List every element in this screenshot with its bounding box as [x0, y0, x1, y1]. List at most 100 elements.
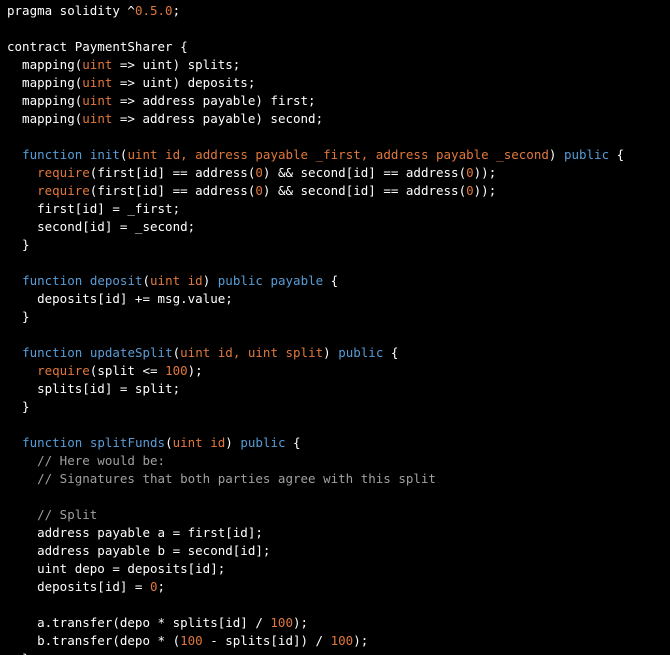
code-line: require(split <= 100);	[7, 362, 670, 380]
code-line: // Here would be:	[7, 452, 670, 470]
code-token-plain: {	[383, 345, 399, 360]
code-token-plain: }	[7, 399, 30, 414]
code-token-type: uint	[82, 57, 113, 72]
code-line: pragma solidity ^0.5.0;	[7, 2, 670, 20]
code-token-comment: // Signatures that both parties agree wi…	[7, 471, 436, 486]
code-line: require(first[id] == address( 0) && secon…	[7, 182, 670, 200]
code-token-function: deposit	[89, 273, 143, 288]
code-token-plain: }	[7, 309, 30, 324]
code-token-plain: );	[353, 633, 369, 648]
code-token-builtin: require	[37, 183, 90, 198]
code-token-plain: (	[165, 435, 173, 450]
code-line: first[id] = _first;	[7, 200, 670, 218]
code-token-number: 0.5.0	[134, 3, 173, 18]
code-token-plain: );	[187, 363, 203, 378]
code-token-keyword: public	[338, 345, 384, 360]
code-token-plain: )	[548, 147, 564, 162]
code-token-plain: ));	[473, 183, 497, 198]
code-line: deposits[id] = 0;	[7, 578, 670, 596]
code-token-plain: => uint) deposits;	[112, 75, 256, 90]
code-token-keyword: function	[22, 273, 83, 288]
code-token-plain: => address payable) first;	[112, 93, 316, 108]
code-token-plain: )	[323, 345, 339, 360]
code-token-plain: => address payable) second;	[112, 111, 324, 126]
code-line: splits[id] = split;	[7, 380, 670, 398]
code-token-keyword: public	[240, 435, 286, 450]
code-line: function init(uint id, address payable _…	[7, 146, 670, 164]
code-token-plain: mapping(	[7, 93, 83, 108]
code-token-plain: (first[id] == address(	[89, 183, 256, 198]
code-token-param: uint id, address payable _first, address…	[127, 147, 549, 162]
code-token-plain: (first[id] == address(	[89, 165, 256, 180]
code-token-number: 0	[150, 579, 158, 594]
code-token-number: 100	[330, 633, 354, 648]
code-token-plain: {	[323, 273, 339, 288]
code-token-type: uint	[82, 111, 113, 126]
code-token-plain: address payable b = second[id];	[7, 543, 271, 558]
code-token-plain: }	[7, 237, 30, 252]
code-token-plain: mapping(	[7, 75, 83, 90]
code-token-plain: pragma solidity ^	[7, 3, 135, 18]
code-token-number: 100	[165, 363, 188, 378]
code-token-plain: ;	[157, 579, 166, 594]
code-token-number: 0	[255, 165, 263, 180]
code-token-plain: ) && second[id] == address(	[262, 183, 467, 198]
code-line: // Split	[7, 506, 670, 524]
code-token-function: updateSplit	[89, 345, 173, 360]
code-line: // Signatures that both parties agree wi…	[7, 470, 670, 488]
code-token-plain: {	[285, 435, 301, 450]
code-token-type: uint	[82, 93, 113, 108]
code-token-plain: )	[202, 273, 218, 288]
code-token-function: splitFunds	[89, 435, 166, 450]
code-token-param: uint id	[150, 273, 203, 288]
code-token-plain: ));	[473, 165, 497, 180]
code-token-number: 0	[466, 183, 474, 198]
code-token-comment: // Here would be:	[7, 453, 166, 468]
code-token-plain: mapping(	[7, 111, 83, 126]
code-line: function splitFunds(uint id) public {	[7, 434, 670, 452]
code-token-keyword: function	[22, 147, 83, 162]
code-token-plain: (	[172, 345, 181, 360]
code-line: second[id] = _second;	[7, 218, 670, 236]
code-token-plain: )	[225, 435, 241, 450]
code-token-builtin: require	[37, 363, 90, 378]
code-editor[interactable]: pragma solidity ^0.5.0; contract Payment…	[0, 0, 670, 655]
code-token-plain: second[id] = _second;	[7, 219, 196, 234]
code-token-plain: mapping(	[7, 57, 83, 72]
code-token-keyword: function	[22, 435, 83, 450]
code-token-param: uint id, uint split	[180, 345, 324, 360]
code-token-plain: ;	[172, 3, 181, 18]
code-line: mapping(uint => uint) deposits;	[7, 74, 670, 92]
code-token-plain: first[id] = _first;	[7, 201, 181, 216]
code-token-plain: uint depo = deposits[id];	[7, 561, 226, 576]
code-line: b.transfer(depo * (100 - splits[id]) / 1…	[7, 632, 670, 650]
code-line: function updateSplit(uint id, uint split…	[7, 344, 670, 362]
code-token-plain: (	[142, 273, 151, 288]
code-line: a.transfer(depo * splits[id] / 100);	[7, 614, 670, 632]
code-line: mapping(uint => uint) splits;	[7, 56, 670, 74]
code-token-plain: {	[609, 147, 625, 162]
code-token-plain: address payable a = first[id];	[7, 525, 263, 540]
code-line: address payable a = first[id];	[7, 524, 670, 542]
code-line: uint depo = deposits[id];	[7, 560, 670, 578]
code-line: mapping(uint => address payable) second;	[7, 110, 670, 128]
code-token-plain: }	[7, 651, 30, 655]
code-token-number: 100	[270, 615, 293, 630]
code-token-plain: contract PaymentSharer {	[7, 39, 188, 54]
code-token-type: uint	[82, 75, 113, 90]
code-token-param: uint id	[172, 435, 226, 450]
code-line: deposits[id] += msg.value;	[7, 290, 670, 308]
code-token-plain: ) && second[id] == address(	[262, 165, 467, 180]
code-token-keyword: public payable	[217, 273, 324, 288]
